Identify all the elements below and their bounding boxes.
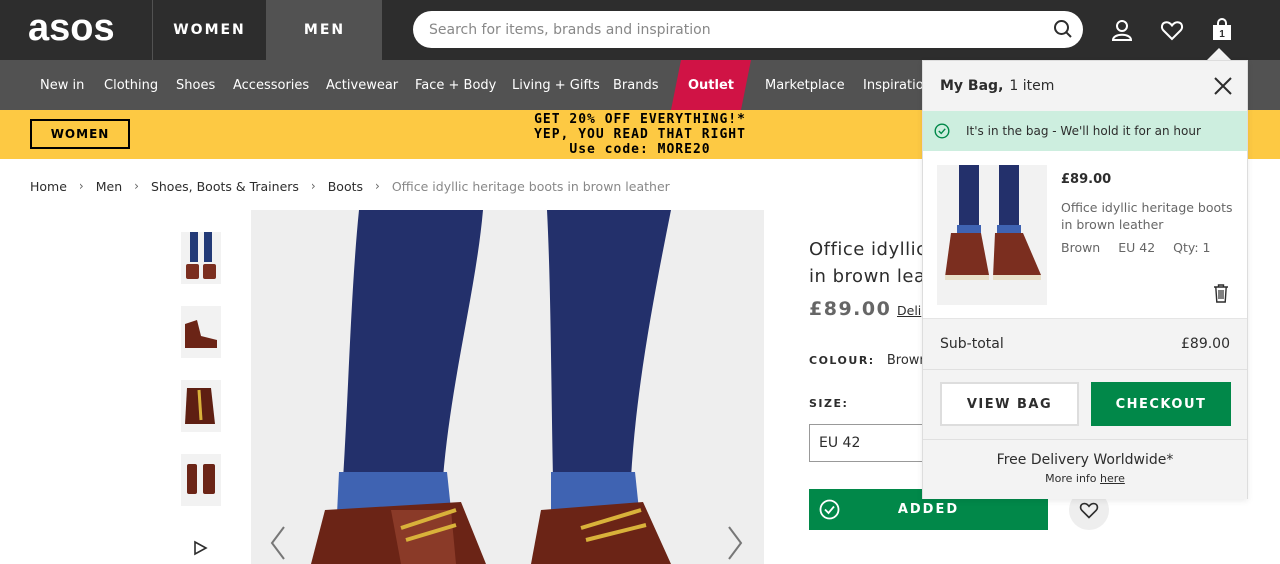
nav-item-activewear[interactable]: Activewear: [326, 60, 398, 110]
nav-item-outlet[interactable]: Outlet: [671, 60, 751, 110]
bag-item-colour: Brown: [1061, 240, 1101, 255]
svg-text:asos: asos: [28, 10, 115, 49]
thumbnail-image: [181, 306, 221, 358]
bag-dropdown-pointer: [1207, 48, 1231, 60]
previous-image-arrow-icon[interactable]: [268, 525, 288, 561]
thumbnail-2[interactable]: [181, 306, 221, 358]
promo-line-1: GET 20% OFF EVERYTHING!*: [534, 112, 746, 127]
bag-item-meta: Brown EU 42 Qty: 1: [1061, 240, 1225, 255]
subtotal-value: £89.00: [1181, 336, 1230, 352]
bag-item-price: £89.00: [1061, 172, 1112, 187]
delete-trash-icon[interactable]: [1213, 283, 1229, 303]
size-select-value: EU 42: [819, 435, 861, 451]
svg-text:1: 1: [1219, 29, 1225, 40]
chevron-right-icon: ›: [375, 179, 380, 193]
colour-label: COLOUR:: [809, 354, 875, 367]
product-price: £89.00: [809, 298, 892, 320]
chevron-right-icon: ›: [78, 179, 84, 193]
bag-subtotal: Sub-total £89.00: [923, 318, 1247, 369]
tab-men[interactable]: MEN: [267, 0, 382, 60]
size-label: SIZE:: [809, 397, 849, 410]
close-icon[interactable]: [1213, 76, 1233, 96]
bag-item-name[interactable]: Office idyllic heritage boots in brown l…: [1061, 199, 1237, 233]
play-video-icon[interactable]: [192, 540, 208, 556]
product-main-image[interactable]: [251, 210, 764, 564]
chevron-right-icon: ›: [310, 179, 316, 193]
thumbnail-3[interactable]: [181, 380, 221, 432]
bag-actions: VIEW BAG CHECKOUT: [923, 369, 1247, 439]
bag-item-qty: Qty: 1: [1173, 240, 1211, 255]
search-icon[interactable]: [1053, 19, 1073, 39]
promo-text: GET 20% OFF EVERYTHING!* YEP, YOU READ T…: [480, 112, 800, 157]
nav-item-new-in[interactable]: New in: [40, 60, 84, 110]
product-title-line-1: Office idyllic: [809, 239, 927, 260]
chevron-right-icon: ›: [134, 179, 139, 193]
asos-logo[interactable]: asos: [28, 10, 136, 50]
more-info-label: More info: [1045, 472, 1097, 485]
product-title: Office idyllic in brown leat: [809, 236, 929, 292]
account-icon[interactable]: [1110, 18, 1134, 42]
bag-icon[interactable]: 1: [1210, 18, 1234, 42]
breadcrumb-men[interactable]: Men: [96, 179, 122, 194]
subtotal-label: Sub-total: [940, 336, 1004, 352]
size-select[interactable]: EU 42: [809, 424, 923, 462]
breadcrumb-boots[interactable]: Boots: [328, 179, 363, 194]
top-bar: asos WOMEN MEN Search for items, brands …: [0, 0, 1280, 60]
nav-item-brands[interactable]: Brands: [613, 60, 659, 110]
bag-item-size: EU 42: [1118, 240, 1156, 255]
breadcrumb-home[interactable]: Home: [30, 179, 67, 194]
bag-item-photo: [937, 165, 1047, 305]
promo-women-button[interactable]: WOMEN: [30, 119, 130, 149]
thumbnail-image: [181, 380, 221, 432]
nav-item-shoes[interactable]: Shoes: [176, 60, 215, 110]
thumbnail-image: [181, 232, 221, 284]
nav-item-living-gifts[interactable]: Living + Gifts: [512, 60, 600, 110]
product-colour: COLOUR: Brown: [809, 353, 928, 368]
thumbnail-4[interactable]: [181, 454, 221, 506]
bag-item-image[interactable]: [937, 165, 1047, 305]
saved-items-heart-icon[interactable]: [1160, 18, 1184, 42]
bag-delivery-info: Free Delivery Worldwide* More info here: [923, 439, 1247, 499]
more-info-here-link[interactable]: here: [1100, 472, 1125, 485]
breadcrumb-current: Office idyllic heritage boots in brown l…: [391, 178, 670, 194]
product-photo: [251, 210, 764, 564]
promo-line-2: YEP, YOU READ THAT RIGHT: [534, 127, 746, 142]
nav-item-clothing[interactable]: Clothing: [104, 60, 158, 110]
nav-item-accessories[interactable]: Accessories: [233, 60, 309, 110]
added-label: ADDED: [897, 502, 960, 517]
bag-header: My Bag, 1 item: [923, 61, 1247, 111]
nav-item-face-body[interactable]: Face + Body: [415, 60, 496, 110]
nav-item-inspiration[interactable]: Inspiratio: [863, 60, 924, 110]
search-input[interactable]: Search for items, brands and inspiration: [413, 11, 1083, 48]
view-bag-button[interactable]: VIEW BAG: [940, 382, 1079, 426]
bag-confirmation-message: It's in the bag - We'll hold it for an h…: [923, 111, 1247, 151]
search-placeholder: Search for items, brands and inspiration: [429, 21, 711, 38]
thumbnail-1[interactable]: [181, 232, 221, 284]
delivery-link[interactable]: Deli: [897, 303, 923, 318]
tab-women[interactable]: WOMEN: [152, 0, 267, 60]
free-delivery-text: Free Delivery Worldwide*: [996, 452, 1174, 468]
more-info-text: More info here: [923, 472, 1247, 485]
promo-line-3: Use code: MORE20: [569, 142, 711, 157]
breadcrumb-shoes-boots-trainers[interactable]: Shoes, Boots & Trainers: [151, 179, 299, 194]
next-image-arrow-icon[interactable]: [725, 525, 745, 561]
bag-title: My Bag,: [940, 78, 1004, 94]
check-circle-icon: [819, 499, 840, 520]
checkout-button[interactable]: CHECKOUT: [1091, 382, 1231, 426]
breadcrumb: Home › Men › Shoes, Boots & Trainers › B…: [30, 178, 670, 194]
mini-bag-dropdown: My Bag, 1 item It's in the bag - We'll h…: [922, 60, 1248, 499]
heart-icon: [1079, 502, 1099, 519]
nav-item-marketplace[interactable]: Marketplace: [765, 60, 845, 110]
bag-message-text: It's in the bag - We'll hold it for an h…: [966, 124, 1201, 138]
check-circle-icon: [934, 123, 950, 139]
product-title-line-2: in brown leat: [809, 266, 929, 287]
bag-item-count: 1 item: [1009, 78, 1055, 94]
thumbnail-image: [181, 454, 221, 506]
